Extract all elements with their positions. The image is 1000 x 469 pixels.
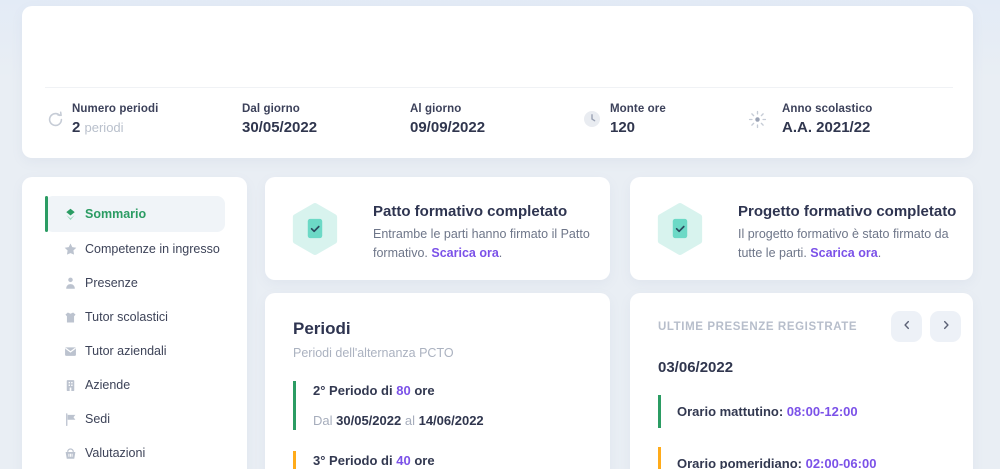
pagination <box>891 311 961 342</box>
person-icon <box>63 276 78 291</box>
summary-card: Numero periodi 2 periodi Dal giorno 30/0… <box>22 6 973 158</box>
period-dates: Dal 30/05/2022 al 14/06/2022 <box>313 413 582 428</box>
shirt-icon <box>63 310 78 325</box>
sidebar-item-label: Sedi <box>85 412 110 426</box>
entry-label: Orario pomeridiano: <box>677 456 802 469</box>
document-check-hexagon-icon <box>289 202 341 261</box>
divider <box>45 87 953 88</box>
sidebar-item-label: Tutor aziendali <box>85 344 167 358</box>
presence-entry: Orario mattutino: 08:00-12:00 <box>658 395 945 428</box>
stat-label: Al giorno <box>410 103 485 115</box>
card-body: Il progetto formativo è stato firmato da… <box>738 225 960 264</box>
mail-icon <box>63 344 78 359</box>
ultime-presenze-card: ULTIME PRESENZE REGISTRATE 03/06/2022 Or… <box>630 293 973 469</box>
flag-icon <box>63 412 78 427</box>
next-button[interactable] <box>930 311 961 342</box>
period-label: 2° Periodo di 80 ore <box>313 383 582 398</box>
active-indicator <box>45 196 48 232</box>
sidebar-item-presenze[interactable]: Presenze <box>45 266 225 300</box>
card-title: Periodi <box>293 319 582 339</box>
progetto-formativo-card: Progetto formativo completato Il progett… <box>630 177 973 280</box>
sidebar-item-sommario[interactable]: Sommario <box>45 196 225 232</box>
star-icon <box>63 242 78 257</box>
sidebar: Sommario Competenze in ingresso Presenze <box>22 177 247 469</box>
card-title: Progetto formativo completato <box>738 203 956 220</box>
sidebar-item-competenze[interactable]: Competenze in ingresso <box>45 232 225 266</box>
chevron-right-icon <box>939 318 953 335</box>
pcto-dashboard: Numero periodi 2 periodi Dal giorno 30/0… <box>0 0 1000 469</box>
sidebar-item-label: Tutor scolastici <box>85 310 168 324</box>
chevron-left-icon <box>900 318 914 335</box>
refresh-icon <box>46 110 65 134</box>
patto-formativo-card: Patto formativo completato Entrambe le p… <box>265 177 610 280</box>
stat-label: Anno scolastico <box>782 103 872 115</box>
card-title: Patto formativo completato <box>373 203 567 220</box>
card-body: Entrambe le parti hanno firmato il Patto… <box>373 225 595 264</box>
stat-value: 120 <box>610 119 666 136</box>
sidebar-item-valutazioni[interactable]: Valutazioni <box>45 436 225 469</box>
stat-label: Monte ore <box>610 103 666 115</box>
clock-icon <box>583 110 601 133</box>
gem-icon <box>63 207 78 222</box>
document-check-hexagon-icon <box>654 202 706 261</box>
sidebar-item-label: Sommario <box>85 207 146 221</box>
sidebar-item-sedi[interactable]: Sedi <box>45 402 225 436</box>
scarica-ora-link[interactable]: Scarica ora <box>431 246 498 260</box>
card-subtitle: Periodi dell'alternanza PCTO <box>293 346 582 360</box>
sidebar-item-label: Aziende <box>85 378 130 392</box>
stat-value: 30/05/2022 <box>242 119 317 136</box>
stat-value: A.A. 2021/22 <box>782 119 872 136</box>
stat-dal-giorno: Dal giorno 30/05/2022 <box>242 103 317 136</box>
presence-date: 03/06/2022 <box>658 359 945 376</box>
presence-entry: Orario pomeridiano: 02:00-06:00 <box>658 447 945 469</box>
stat-label: Dal giorno <box>242 103 317 115</box>
sidebar-item-aziende[interactable]: Aziende <box>45 368 225 402</box>
period-item: 2° Periodo di 80 ore Dal 30/05/2022 al 1… <box>293 381 582 430</box>
stat-value: 2 periodi <box>72 119 158 136</box>
sidebar-item-label: Presenze <box>85 276 138 290</box>
sidebar-item-tutor-aziendali[interactable]: Tutor aziendali <box>45 334 225 368</box>
stat-monte-ore: Monte ore 120 <box>610 103 666 136</box>
sidebar-item-tutor-scolastici[interactable]: Tutor scolastici <box>45 300 225 334</box>
stat-label: Numero periodi <box>72 103 158 115</box>
sidebar-item-label: Competenze in ingresso <box>85 242 220 256</box>
stat-value: 09/09/2022 <box>410 119 485 136</box>
entry-label: Orario mattutino: <box>677 404 783 419</box>
building-icon <box>63 378 78 393</box>
periodi-card: Periodi Periodi dell'alternanza PCTO 2° … <box>265 293 610 469</box>
basket-icon <box>63 446 78 461</box>
entry-time: 02:00-06:00 <box>806 456 877 469</box>
scarica-ora-link[interactable]: Scarica ora <box>810 246 877 260</box>
sun-icon <box>748 110 767 134</box>
period-label: 3° Periodo di 40 ore <box>313 453 582 468</box>
stat-anno-scolastico: Anno scolastico A.A. 2021/22 <box>782 103 872 136</box>
period-item: 3° Periodo di 40 ore <box>293 451 582 469</box>
stat-al-giorno: Al giorno 09/09/2022 <box>410 103 485 136</box>
entry-time: 08:00-12:00 <box>787 404 858 419</box>
stat-numero-periodi: Numero periodi 2 periodi <box>72 103 158 136</box>
sidebar-item-label: Valutazioni <box>85 446 145 460</box>
prev-button[interactable] <box>891 311 922 342</box>
